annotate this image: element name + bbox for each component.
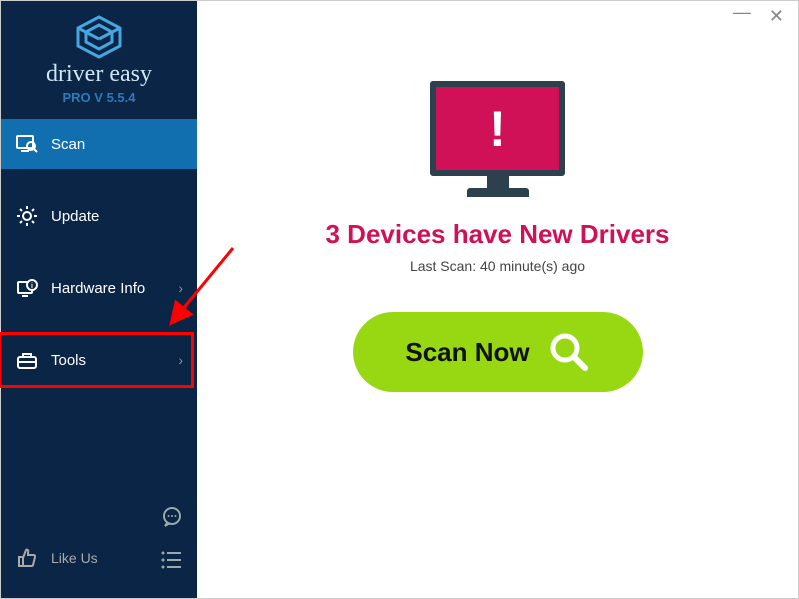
exclamation-icon: ! (489, 100, 506, 158)
info-badge-icon: i (15, 276, 39, 300)
sidebar-item-label: Like Us (51, 550, 98, 566)
app-version: PRO V 5.5.4 (63, 90, 136, 105)
sidebar-item-scan[interactable]: Scan (1, 119, 197, 169)
title-bar: — ✕ (197, 1, 798, 31)
gear-icon (15, 204, 39, 228)
sidebar-item-label: Hardware Info (51, 280, 145, 297)
sidebar-item-label: Scan (51, 136, 85, 153)
logo-area: driver easy PRO V 5.5.4 (1, 1, 197, 119)
search-monitor-icon (15, 132, 39, 156)
close-icon[interactable]: ✕ (769, 6, 784, 27)
sidebar-item-hardware-info[interactable]: i Hardware Info › (1, 263, 197, 313)
sidebar-item-like-us[interactable]: Like Us (1, 538, 197, 578)
chevron-right-icon: › (178, 280, 183, 296)
magnifier-icon (548, 331, 590, 373)
toolbox-icon (15, 348, 39, 372)
last-scan-text: Last Scan: 40 minute(s) ago (410, 258, 585, 274)
app-name: driver easy (46, 61, 152, 88)
chat-icon[interactable] (161, 506, 183, 533)
monitor-alert-graphic: ! (430, 81, 565, 197)
svg-text:i: i (31, 283, 33, 290)
headline-text: 3 Devices have New Drivers (326, 219, 670, 250)
scan-now-button[interactable]: Scan Now (353, 312, 643, 392)
chevron-right-icon: › (178, 352, 183, 368)
sidebar-item-tools[interactable]: Tools › (1, 335, 197, 385)
minimize-icon[interactable]: — (733, 2, 751, 23)
sidebar: driver easy PRO V 5.5.4 Scan Update (1, 1, 197, 598)
main-panel: ! 3 Devices have New Drivers Last Scan: … (197, 31, 798, 598)
sidebar-item-label: Tools (51, 352, 86, 369)
thumbs-up-icon (15, 546, 39, 570)
sidebar-item-update[interactable]: Update (1, 191, 197, 241)
sidebar-item-label: Update (51, 208, 99, 225)
app-logo-icon (74, 15, 124, 59)
scan-now-label: Scan Now (405, 337, 529, 368)
